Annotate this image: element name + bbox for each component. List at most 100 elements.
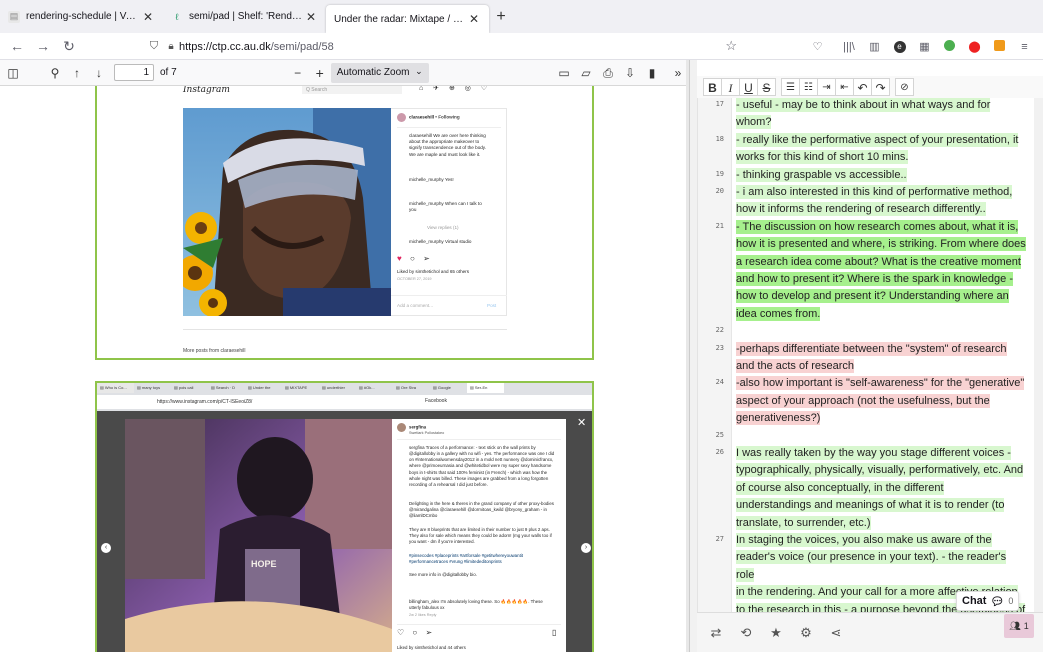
users-button[interactable]: 👥︎ 1	[1004, 614, 1034, 638]
timeslider-icon[interactable]: ⟲	[731, 625, 761, 641]
address-bar[interactable]: ⛉ 🔒︎ https://ctp.cc.au.dk/semi/pad/58 ☆	[145, 35, 741, 58]
editor-scrollbar[interactable]	[1034, 98, 1043, 612]
ordered-list-icon[interactable]: ☰	[781, 78, 800, 96]
shield-icon[interactable]: ⛉	[145, 40, 163, 53]
editor-toolbar: B I U S ☰ ☷ ⇥ ⇤ ↶ ↷ ⊘	[697, 76, 1043, 98]
tab-under-the-radar[interactable]: Under the radar: Mixtape / Shuffle P ✕	[326, 5, 489, 33]
line-text[interactable]: - thinking graspable vs accessible..	[736, 167, 1026, 184]
next-post-icon[interactable]: ›	[581, 543, 591, 553]
line-segment: I was really taken by the way you stage …	[736, 446, 1011, 460]
previous-page-icon[interactable]: ↑	[66, 66, 88, 80]
pad-editor[interactable]: 17 - useful - may be to think about in wh…	[697, 98, 1043, 612]
line-text[interactable]: - i am also interested in this kind of p…	[736, 184, 1026, 219]
comment: michelle_murphy Virtual studio	[409, 239, 472, 244]
url-text[interactable]: https://ctp.cc.au.dk/semi/pad/58	[179, 41, 334, 53]
heart-icon[interactable]: ♡	[397, 628, 407, 637]
post-button[interactable]: Post	[487, 303, 496, 309]
zoom-select[interactable]: Automatic Zoom ⌄	[330, 62, 429, 83]
zoom-out-icon[interactable]: −	[287, 66, 309, 80]
print-icon[interactable]: ⎙	[597, 66, 619, 81]
redo-icon[interactable]: ↷	[871, 78, 890, 96]
strikethrough-button[interactable]: S	[757, 78, 776, 96]
pdf-toolbar-right: ▭ ▱ ⎙ ⇩ ▮ »	[553, 60, 689, 86]
post-photo-hope: HOPE	[125, 419, 392, 652]
close-tab-icon[interactable]: ✕	[141, 10, 155, 24]
line-text[interactable]: - useful - may be to think about in what…	[736, 98, 1026, 132]
post-author-name[interactable]: claraesehill	[409, 115, 434, 120]
italic-button[interactable]: I	[721, 78, 740, 96]
underline-button[interactable]: U	[739, 78, 758, 96]
page-number-input[interactable]: 1	[114, 64, 154, 81]
lock-icon[interactable]: 🔒︎	[163, 41, 179, 52]
pocket-icon[interactable]: ♡	[805, 40, 830, 53]
post-author-name[interactable]: sergfina	[409, 425, 426, 430]
pdf-viewer[interactable]: Instagram Q Search ⌂ ✈ ⊕ ◎ ♡ claraesehil…	[0, 86, 686, 652]
line-segment: translate, to surrender, etc.)	[736, 515, 871, 530]
sidebar-icon[interactable]: ▥	[862, 40, 887, 53]
unordered-list-icon[interactable]: ☷	[799, 78, 818, 96]
tab-rendering-schedule[interactable]: ▤ rendering-schedule | Variapad! ✕	[0, 0, 163, 33]
post-action-icons[interactable]: ♡ ○ ➢	[397, 627, 435, 638]
indent-icon[interactable]: ⇥	[817, 78, 836, 96]
next-page-icon[interactable]: ↓	[88, 66, 110, 80]
chat-button[interactable]: Chat 💬︎ 0	[956, 591, 1020, 611]
settings-icon[interactable]: ⚙	[791, 625, 821, 641]
library-icon[interactable]: |||\	[836, 41, 862, 53]
pane-splitter[interactable]	[689, 60, 697, 652]
bookmark-star-icon[interactable]: ☆	[725, 38, 737, 54]
search-icon[interactable]: ⚲	[44, 66, 66, 80]
open-file-icon[interactable]: ▱	[575, 66, 597, 80]
save-post-icon[interactable]: ▯	[552, 627, 556, 638]
view-replies-link[interactable]: View replies (1)	[397, 225, 459, 231]
new-tab-button[interactable]: +	[489, 0, 513, 33]
post-action-icons[interactable]: ♥ ○ ➢	[397, 254, 433, 265]
following-label[interactable]: Following	[438, 115, 459, 120]
share-icon[interactable]: ⋖	[821, 625, 851, 641]
tab-semi-pad[interactable]: ℓ semi/pad | Shelf: 'Rendering Re ✕	[163, 0, 326, 33]
extension-red-icon[interactable]: ⬤	[962, 40, 987, 53]
line-text[interactable]: -also how important is "self-awareness" …	[736, 375, 1026, 427]
back-icon[interactable]: ←	[4, 38, 30, 54]
outdent-icon[interactable]: ⇤	[835, 78, 854, 96]
pdf-toolbar: ◫ ⚲ ↑ ↓ 1 of 7 − + Automatic Zoom ⌄ ▭ ▱ ⎙…	[0, 60, 689, 86]
line-text[interactable]: - The discussion on how research comes a…	[736, 219, 1026, 323]
line-number: 22	[715, 326, 724, 335]
line-text[interactable]: - really like the performative aspect of…	[736, 132, 1026, 167]
comment-meta: 2w 2 likes Reply	[409, 613, 437, 617]
comment: michelle_murphy When can I talk to you	[409, 201, 482, 213]
semi-pad-icon: ℓ	[175, 11, 179, 22]
import-export-icon[interactable]: ⇄	[701, 625, 731, 641]
menu-icon[interactable]: ≡	[1012, 41, 1037, 53]
close-tab-icon[interactable]: ✕	[304, 10, 318, 24]
embedded-facebook-label: Facebook	[425, 398, 447, 404]
line-segment: aspect of your approach (not the usefuln…	[736, 393, 990, 408]
bold-button[interactable]: B	[703, 78, 722, 96]
line-text[interactable]: -perhaps differentiate between the "syst…	[736, 341, 1026, 376]
zoom-value: Automatic Zoom	[336, 66, 410, 78]
previous-post-icon[interactable]: ‹	[101, 543, 111, 553]
close-icon[interactable]: ✕	[577, 416, 586, 429]
extension-e-icon[interactable]: e	[887, 40, 912, 53]
add-comment-input[interactable]: Add a comment...	[397, 303, 433, 309]
comment-icon[interactable]: ○	[412, 628, 420, 637]
presentation-icon[interactable]: ▭	[553, 66, 575, 80]
forward-icon[interactable]: →	[30, 38, 56, 54]
clear-authorship-icon[interactable]: ⊘	[895, 78, 914, 96]
bookmark-icon[interactable]: ▮	[641, 66, 663, 80]
undo-icon[interactable]: ↶	[853, 78, 872, 96]
extension-globe-icon[interactable]	[937, 39, 962, 54]
save-icon[interactable]: ⇩	[619, 66, 641, 80]
reload-icon[interactable]: ↻	[56, 38, 82, 55]
sidebar-toggle-icon[interactable]: ◫	[2, 66, 24, 80]
post-caption: claraesehill We are over here thinking a…	[409, 133, 487, 157]
close-tab-icon[interactable]: ✕	[467, 12, 481, 26]
share-icon[interactable]: ➢	[423, 254, 433, 263]
zoom-in-icon[interactable]: +	[309, 65, 331, 81]
line-text[interactable]: I was really taken by the way you stage …	[736, 445, 1026, 532]
share-icon[interactable]: ➢	[425, 628, 435, 637]
extension-badge-icon[interactable]	[987, 39, 1012, 54]
heart-icon[interactable]: ♥	[397, 254, 405, 263]
star-icon[interactable]: ★	[761, 625, 791, 641]
extension-grid-icon[interactable]: ▦	[912, 40, 937, 53]
comment-icon[interactable]: ○	[410, 254, 418, 263]
